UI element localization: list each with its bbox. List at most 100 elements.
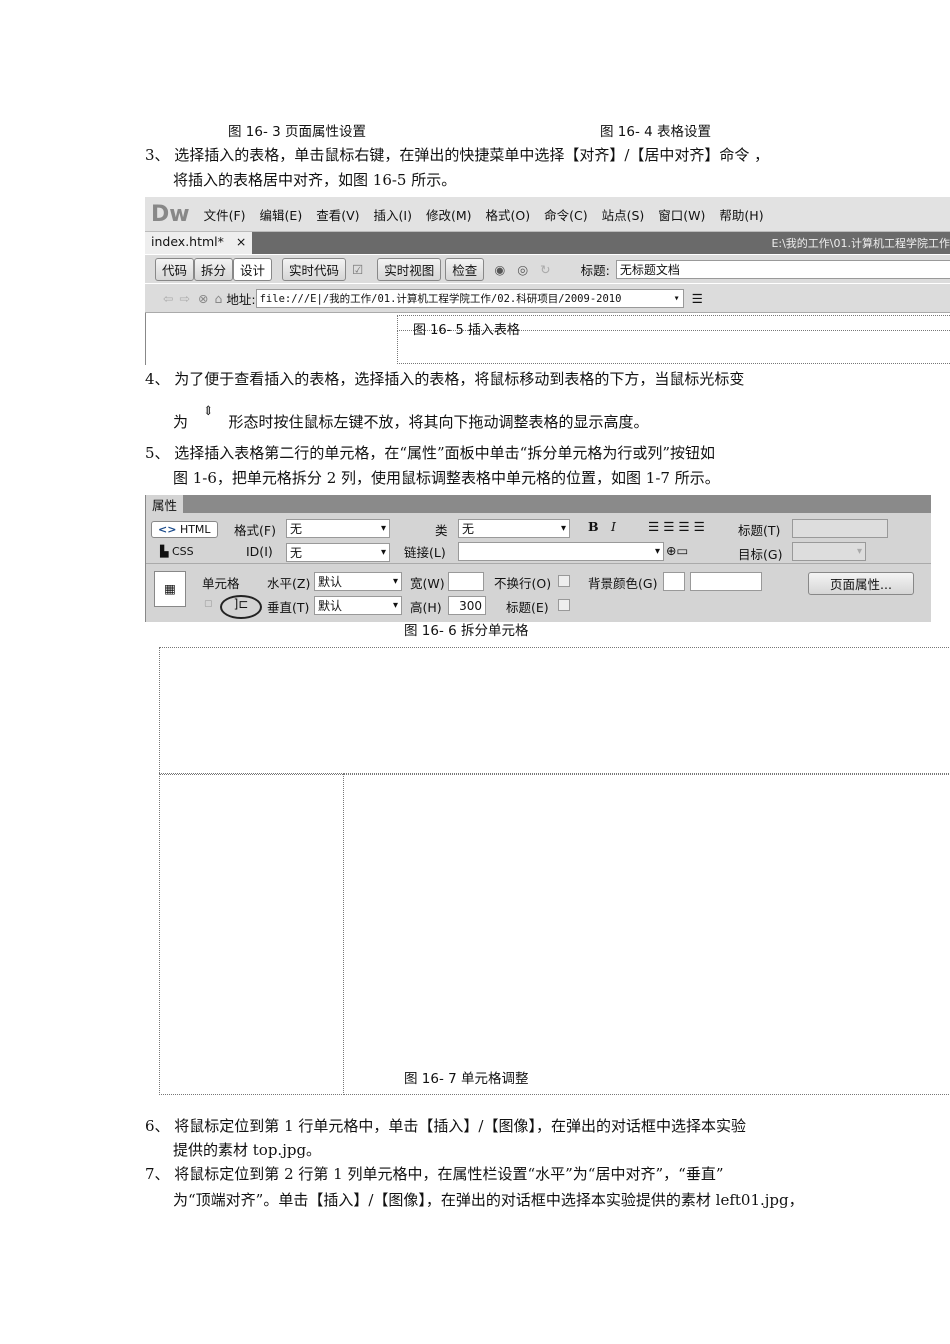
nowrap-checkbox[interactable] xyxy=(558,575,570,587)
cell-icon: ▦ xyxy=(154,571,186,607)
html-mode-button[interactable]: <> HTML xyxy=(151,521,218,538)
close-icon[interactable]: × xyxy=(236,234,246,249)
vert-label: 垂直(T) xyxy=(267,600,310,615)
italic-button[interactable]: I xyxy=(611,519,616,534)
refresh-icon[interactable]: ↻ xyxy=(540,262,550,277)
paragraph: 3、 选择插入的表格，单击鼠标右键，在弹出的快捷菜单中选择【对齐】/【居中对齐】… xyxy=(145,146,770,164)
link-input[interactable] xyxy=(458,542,664,561)
class-select[interactable]: 无 xyxy=(458,519,570,538)
format-label: 格式(F) xyxy=(234,523,276,538)
paragraph: 为 ⇕ 形态时按住鼠标左键不放，将其向下拖动调整表格的显示高度。 xyxy=(173,404,649,432)
menu-site[interactable]: 站点(S) xyxy=(602,205,645,224)
check-page-icon[interactable]: ☑ xyxy=(352,262,363,277)
width-input[interactable] xyxy=(448,572,484,591)
figure-caption: 图 16- 5 插入表格 xyxy=(413,323,520,338)
css-icon: ▙ xyxy=(160,545,169,558)
width-label: 宽(W) xyxy=(410,576,445,591)
menu-view[interactable]: 查看(V) xyxy=(316,205,359,224)
menu-modify[interactable]: 修改(M) xyxy=(426,205,472,224)
document-tab[interactable]: index.html* × xyxy=(145,232,253,254)
address-value: file:///E|/我的工作/01.计算机工程学院工作/02.科研项目/200… xyxy=(259,292,622,305)
class-label: 类 xyxy=(435,523,448,538)
paragraph: 4、 为了便于查看插入的表格，选择插入的表格，将鼠标移动到表格的下方，当鼠标光标… xyxy=(145,370,745,388)
address-input[interactable]: file:///E|/我的工作/01.计算机工程学院工作/02.科研项目/200… xyxy=(255,288,684,308)
paragraph: 7、 将鼠标定位到第 2 行第 1 列单元格中，在属性栏设置“水平”为“居中对齐… xyxy=(145,1165,724,1183)
menu-insert[interactable]: 插入(I) xyxy=(374,205,412,224)
class-value: 无 xyxy=(462,522,475,536)
code-icon: <> xyxy=(158,523,177,536)
height-input[interactable]: 300 xyxy=(448,596,486,615)
menu-format[interactable]: 格式(O) xyxy=(486,205,531,224)
paragraph: 为“顶端对齐”。单击【插入】/【图像】，在弹出的对话框中选择本实验提供的素材 l… xyxy=(173,1191,804,1209)
table-cell-left xyxy=(159,773,344,1095)
point-to-file-icon[interactable]: ⊕▭ xyxy=(666,543,688,558)
header-label: 标题(E) xyxy=(506,600,549,615)
panel-title: 属性 xyxy=(146,495,184,513)
vert-value: 默认 xyxy=(318,599,343,613)
back-icon[interactable]: ⇦ xyxy=(163,291,173,306)
browser-preview-icon[interactable]: ◉ xyxy=(494,262,505,277)
format-select[interactable]: 无 xyxy=(286,519,390,538)
file-path: E:\我的工作\01.计算机工程学院工作 xyxy=(771,237,950,250)
document-tab-bar: index.html* × E:\我的工作\01.计算机工程学院工作 xyxy=(145,232,950,254)
list-buttons[interactable]: ☰☰☰☰ xyxy=(648,519,709,534)
target-select[interactable] xyxy=(792,542,866,561)
title-label: 标题(T) xyxy=(738,523,781,538)
text: 为 xyxy=(173,413,189,431)
header-checkbox[interactable] xyxy=(558,599,570,611)
code-view-button[interactable]: 代码 xyxy=(155,257,195,281)
inspect-button[interactable]: 检查 xyxy=(445,257,485,281)
horz-value: 默认 xyxy=(318,575,343,589)
tab-label: index.html* xyxy=(151,234,224,249)
resize-cursor-icon: ⇕ xyxy=(202,404,214,419)
address-label: 地址: xyxy=(226,291,256,307)
figure-caption: 图 16- 6 拆分单元格 xyxy=(404,623,529,639)
css-label: CSS xyxy=(171,545,194,558)
stop-icon[interactable]: ⊗ xyxy=(198,291,208,306)
paragraph: 将插入的表格居中对齐，如图 16-5 所示。 xyxy=(173,171,457,189)
target-label: 目标(G) xyxy=(738,547,783,562)
panel-edge xyxy=(145,313,146,365)
document-toolbar: 代码 拆分 设计 实时代码 ☑ 实时视图 检查 ◉ ◎ ↻ 标题: 无标题文档 xyxy=(145,255,950,283)
color-picker[interactable] xyxy=(663,572,685,591)
menu-bar: Dw 文件(F) 编辑(E) 查看(V) 插入(I) 修改(M) 格式(O) 命… xyxy=(145,197,950,232)
menu-file[interactable]: 文件(F) xyxy=(204,205,246,224)
id-select[interactable]: 无 xyxy=(286,543,390,562)
table-cell-right xyxy=(343,773,950,1095)
menu-edit[interactable]: 编辑(E) xyxy=(260,205,303,224)
properties-panel: 属性 <> HTML ▙ CSS 格式(F) 无 ID(I) 无 类 无 链接(… xyxy=(145,495,931,622)
horz-select[interactable]: 默认 xyxy=(314,572,402,591)
menu-window[interactable]: 窗口(W) xyxy=(658,205,705,224)
id-value: 无 xyxy=(290,546,303,560)
css-mode-button[interactable]: ▙ CSS xyxy=(160,545,194,558)
design-view-button[interactable]: 设计 xyxy=(233,257,273,281)
page-properties-button[interactable]: 页面属性... xyxy=(808,572,914,595)
home-icon[interactable]: ⌂ xyxy=(214,291,222,306)
address-bar: ⇦ ⇨ ⊗ ⌂ 地址: file:///E|/我的工作/01.计算机工程学院工作… xyxy=(145,284,950,313)
menu-commands[interactable]: 命令(C) xyxy=(544,205,587,224)
horz-label: 水平(Z) xyxy=(267,576,311,591)
live-code-button[interactable]: 实时代码 xyxy=(282,257,347,281)
figure-caption: 图 16- 4 表格设置 xyxy=(600,124,712,140)
vert-select[interactable]: 默认 xyxy=(314,596,402,615)
title-input[interactable]: 无标题文档 xyxy=(615,259,950,279)
bg-color-input[interactable] xyxy=(690,572,762,591)
merge-cells-icon[interactable]: ▢ xyxy=(204,599,213,609)
split-cell-button[interactable]: ]⊏ xyxy=(220,595,262,619)
url-options-icon[interactable]: ☰ xyxy=(692,291,703,306)
table-row-1 xyxy=(159,647,950,775)
nowrap-label: 不换行(O) xyxy=(494,576,552,591)
cell-label: 单元格 xyxy=(202,576,240,591)
menu-help[interactable]: 帮助(H) xyxy=(719,205,763,224)
visual-aids-icon[interactable]: ◎ xyxy=(517,262,528,277)
title-input[interactable] xyxy=(792,519,888,538)
id-label: ID(I) xyxy=(246,544,273,559)
figure-caption: 图 16- 7 单元格调整 xyxy=(404,1071,529,1087)
divider xyxy=(146,563,931,564)
panel-header: 属性 xyxy=(146,495,931,513)
forward-icon[interactable]: ⇨ xyxy=(179,291,189,306)
link-label: 链接(L) xyxy=(404,545,446,560)
split-view-button[interactable]: 拆分 xyxy=(194,257,234,281)
bold-button[interactable]: B xyxy=(588,519,599,534)
live-view-button[interactable]: 实时视图 xyxy=(377,257,442,281)
